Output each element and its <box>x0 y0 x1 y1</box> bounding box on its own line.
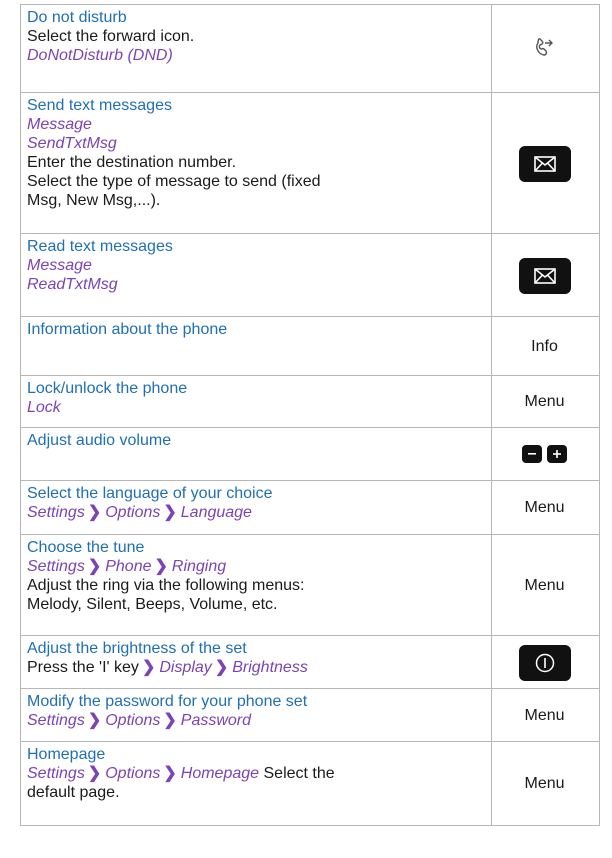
row-action: Menu <box>491 375 600 428</box>
table-row: Select the language of your choice Setti… <box>20 480 600 535</box>
row-action: Info <box>491 316 600 376</box>
table-row: Modify the password for your phone set S… <box>20 688 600 742</box>
row-action: Menu <box>491 688 600 742</box>
row-breadcrumb: Settings ❯ Phone ❯ Ringing <box>27 558 227 575</box>
row-text: Enter the destination number. <box>27 154 237 171</box>
row-description: Homepage Settings ❯ Options ❯ Homepage Selec… <box>20 741 492 826</box>
info-icon <box>535 653 554 672</box>
message-key[interactable] <box>518 257 571 294</box>
table-row: Send text messages Message SendTxtMsg En… <box>20 92 600 234</box>
row-text: Select the forward icon. <box>27 28 195 45</box>
row-action <box>491 4 600 93</box>
row-action: Menu <box>491 741 600 826</box>
row-description: Information about the phone <box>20 316 492 376</box>
menu-label[interactable]: Menu <box>524 577 564 594</box>
row-menu-path: ReadTxtMsg <box>27 276 118 293</box>
minus-icon <box>528 453 536 455</box>
row-breadcrumb: Settings ❯ Options ❯ Language <box>27 504 252 521</box>
row-title: Send text messages <box>27 97 172 114</box>
row-title: Choose the tune <box>27 539 145 556</box>
row-menu-path: Message <box>27 257 92 274</box>
row-description: Send text messages Message SendTxtMsg En… <box>20 92 492 234</box>
feature-table: Do not disturb Select the forward icon. … <box>20 4 600 826</box>
row-menu-path: Message <box>27 116 92 133</box>
row-action <box>491 427 600 481</box>
row-action <box>491 233 600 317</box>
row-description: Read text messages Message ReadTxtMsg <box>20 233 492 317</box>
row-action: Menu <box>491 480 600 535</box>
row-title: Adjust audio volume <box>27 432 172 449</box>
row-title: Read text messages <box>27 238 173 255</box>
row-text: Melody, Silent, Beeps, Volume, etc. <box>27 596 278 613</box>
row-description: Adjust the brightness of the set Press t… <box>20 635 492 689</box>
table-row: Lock/unlock the phone Lock Menu <box>20 375 600 428</box>
row-description: Adjust audio volume <box>20 427 492 481</box>
row-description: Modify the password for your phone set S… <box>20 688 492 742</box>
table-row: Do not disturb Select the forward icon. … <box>20 4 600 93</box>
row-action: Menu <box>491 534 600 636</box>
row-description: Choose the tune Settings ❯ Phone ❯ Ringing A… <box>20 534 492 636</box>
row-title: Adjust the brightness of the set <box>27 640 247 657</box>
row-menu-path: SendTxtMsg <box>27 135 117 152</box>
row-menu-path: Lock <box>27 399 61 416</box>
row-action <box>491 635 600 689</box>
row-menu-path: DoNotDisturb (DND) <box>27 47 173 64</box>
info-key[interactable] <box>518 644 571 681</box>
table-row: Adjust the brightness of the set Press t… <box>20 635 600 689</box>
row-description: Do not disturb Select the forward icon. … <box>20 4 492 93</box>
plus-icon <box>553 450 561 459</box>
info-label[interactable]: Info <box>531 338 558 355</box>
row-description: Lock/unlock the phone Lock <box>20 375 492 428</box>
volume-down-key[interactable] <box>522 445 542 464</box>
table-row: Read text messages Message ReadTxtMsg <box>20 233 600 317</box>
row-title: Homepage <box>27 746 106 763</box>
row-title: Lock/unlock the phone <box>27 380 188 397</box>
row-text: Select the type of message to send (fixe… <box>27 173 321 190</box>
row-action <box>491 92 600 234</box>
volume-up-key[interactable] <box>547 445 567 464</box>
table-row: Choose the tune Settings ❯ Phone ❯ Ringing A… <box>20 534 600 636</box>
row-breadcrumb: Press the 'I' key ❯ Display ❯ Brightness <box>27 659 308 676</box>
row-text: default page. <box>27 784 120 801</box>
menu-label[interactable]: Menu <box>524 775 564 792</box>
row-breadcrumb: Settings ❯ Options ❯ Homepage Select the <box>27 765 335 782</box>
menu-label[interactable]: Menu <box>524 707 564 724</box>
row-text: Adjust the ring via the following menus: <box>27 577 305 594</box>
row-breadcrumb: Settings ❯ Options ❯ Password <box>27 712 252 729</box>
table-row: Adjust audio volume <box>20 427 600 481</box>
envelope-icon <box>533 155 556 172</box>
menu-label[interactable]: Menu <box>524 393 564 410</box>
message-key[interactable] <box>518 145 571 182</box>
table-row: Information about the phone Info <box>20 316 600 376</box>
forward-icon[interactable] <box>532 37 558 64</box>
row-title: Modify the password for your phone set <box>27 693 308 710</box>
table-row: Homepage Settings ❯ Options ❯ Homepage Selec… <box>20 741 600 826</box>
row-description: Select the language of your choice Setti… <box>20 480 492 535</box>
row-title: Information about the phone <box>27 321 228 338</box>
envelope-icon <box>533 267 556 284</box>
menu-label[interactable]: Menu <box>524 499 564 516</box>
row-text: Msg, New Msg,...). <box>27 192 161 209</box>
row-title: Select the language of your choice <box>27 485 273 502</box>
row-title: Do not disturb <box>27 9 127 26</box>
